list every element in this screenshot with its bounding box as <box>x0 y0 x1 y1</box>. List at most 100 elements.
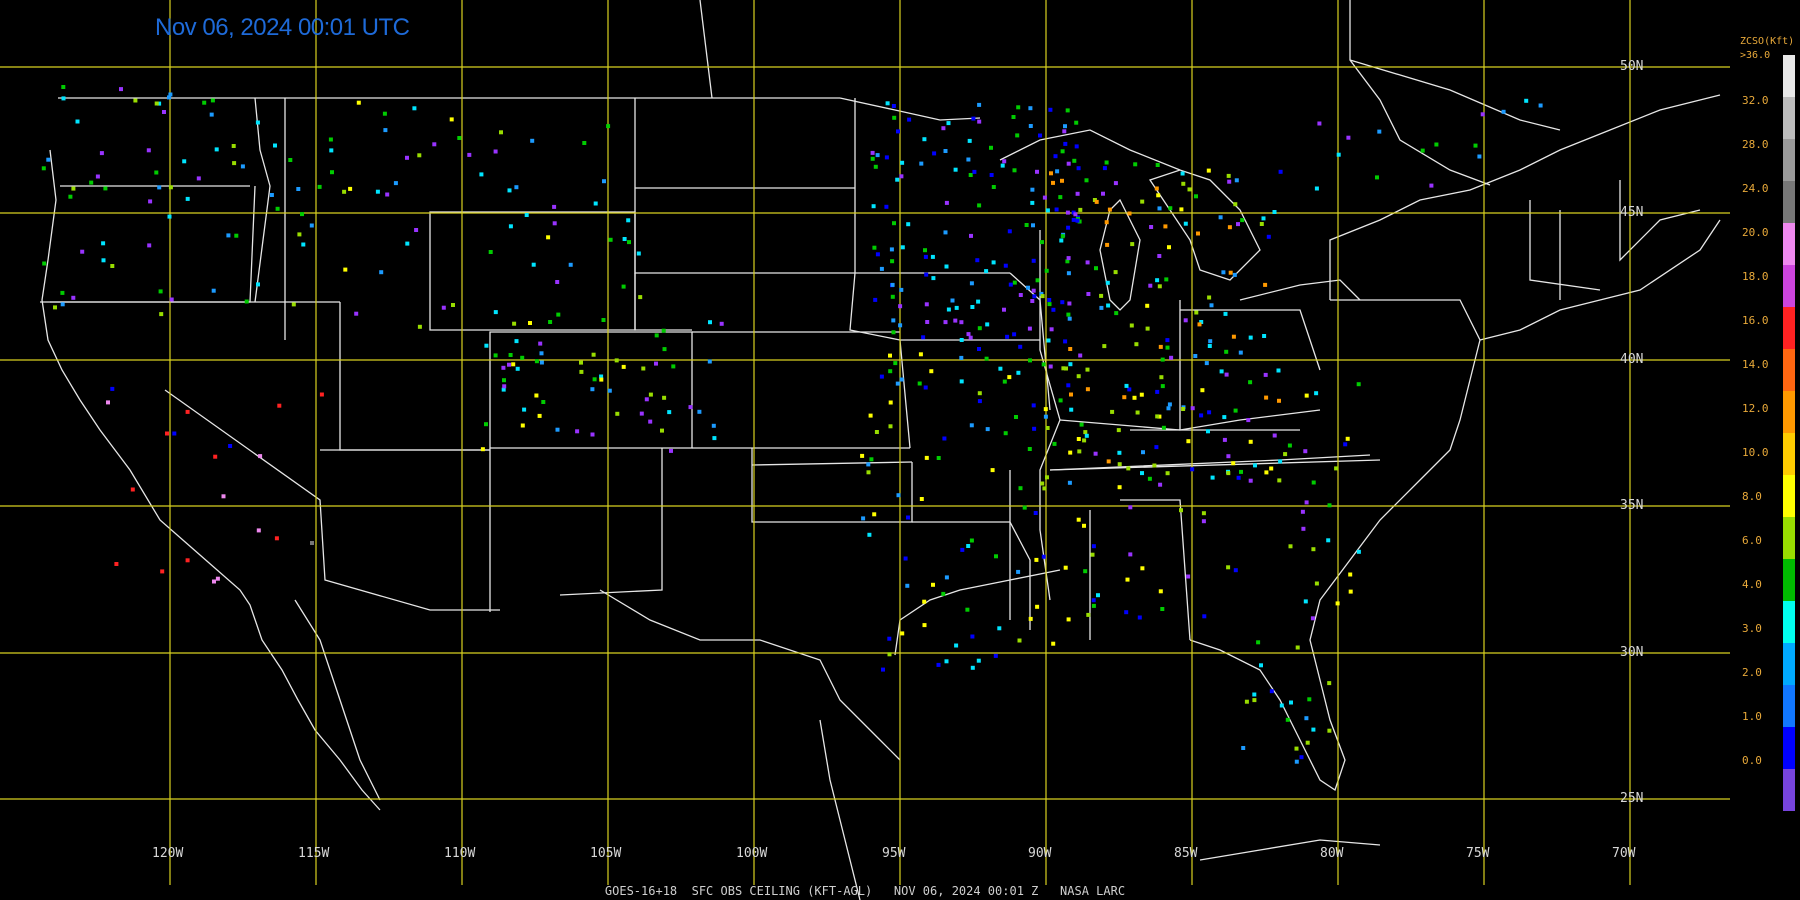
station-marker <box>534 393 539 398</box>
station-marker <box>1140 471 1144 476</box>
station-marker <box>1018 293 1023 297</box>
station-marker <box>1030 200 1035 205</box>
station-marker <box>1160 384 1165 389</box>
station-marker <box>954 305 959 310</box>
station-marker <box>1348 589 1353 594</box>
station-marker <box>522 407 527 412</box>
station-marker <box>1276 368 1281 373</box>
station-marker <box>1117 485 1122 490</box>
station-marker <box>1075 218 1080 223</box>
station-marker <box>1012 332 1017 337</box>
lat-label: 25N <box>1620 791 1644 806</box>
timestamp: Nov 06, 2024 00:01 UTC <box>155 14 410 41</box>
station-marker <box>1294 759 1299 764</box>
station-marker <box>1190 406 1195 411</box>
station-marker <box>907 117 912 122</box>
station-marker <box>1147 476 1152 481</box>
station-marker <box>1165 338 1170 343</box>
station-marker <box>159 312 164 317</box>
station-marker <box>449 117 454 122</box>
legend-swatch <box>1783 307 1795 349</box>
station-marker <box>385 192 390 197</box>
station-marker <box>1035 604 1040 609</box>
station-marker <box>1091 598 1096 603</box>
station-marker <box>1221 270 1226 275</box>
station-marker <box>870 150 875 155</box>
station-marker <box>1310 616 1315 621</box>
station-marker <box>944 575 949 580</box>
station-marker <box>1094 199 1099 204</box>
station-marker <box>1065 210 1070 215</box>
station-marker <box>1091 603 1096 608</box>
station-marker <box>1327 503 1332 508</box>
station-marker <box>697 409 702 414</box>
lon-label: 70W <box>1612 846 1636 861</box>
station-marker <box>1218 215 1223 220</box>
station-marker <box>1269 689 1274 694</box>
station-marker <box>1227 179 1232 184</box>
station-marker <box>1259 222 1264 226</box>
legend-swatch <box>1783 727 1795 769</box>
station-marker <box>1356 549 1361 554</box>
station-marker <box>520 355 525 360</box>
station-marker <box>1181 407 1186 411</box>
station-marker <box>898 304 903 309</box>
station-marker <box>924 272 929 277</box>
station-marker <box>1102 166 1107 171</box>
legend-label: 24.0 <box>1742 182 1769 195</box>
station-marker <box>232 161 237 166</box>
station-marker <box>1071 217 1076 222</box>
station-marker <box>1252 692 1257 697</box>
station-marker <box>1127 387 1132 392</box>
station-marker <box>1219 369 1224 374</box>
station-marker <box>579 369 584 374</box>
station-marker <box>1299 755 1304 760</box>
lon-label: 80W <box>1320 846 1344 861</box>
lat-label: 50N <box>1620 59 1644 74</box>
station-marker <box>1307 697 1312 702</box>
lon-label: 95W <box>882 846 906 861</box>
station-marker <box>405 241 410 246</box>
lon-label: 105W <box>590 846 622 861</box>
station-marker <box>1055 169 1060 174</box>
station-marker <box>575 429 580 434</box>
station-marker <box>976 658 981 663</box>
station-marker <box>931 582 935 587</box>
station-marker <box>944 659 949 664</box>
station-marker <box>168 185 173 190</box>
legend-label: 2.0 <box>1742 666 1762 679</box>
legend-label: 20.0 <box>1742 226 1769 239</box>
station-marker <box>1043 414 1048 419</box>
station-marker <box>1165 471 1170 476</box>
station-marker <box>538 341 543 346</box>
station-marker <box>1076 166 1081 171</box>
station-marker <box>1040 294 1045 299</box>
station-marker <box>160 569 165 574</box>
legend-label: 32.0 <box>1742 94 1769 107</box>
station-marker <box>1222 437 1227 442</box>
station-marker <box>936 662 941 667</box>
station-marker <box>568 262 573 267</box>
station-marker <box>984 356 989 361</box>
station-marker <box>479 172 484 177</box>
station-marker <box>879 266 884 271</box>
station-marker <box>1314 391 1319 396</box>
station-marker <box>1067 316 1072 321</box>
station-marker <box>1026 285 1030 290</box>
station-marker <box>1222 415 1227 420</box>
station-marker <box>1199 413 1204 418</box>
station-marker <box>1059 238 1064 243</box>
station-marker <box>46 157 51 162</box>
station-marker <box>1076 517 1081 522</box>
station-marker <box>654 333 659 338</box>
station-marker <box>1193 354 1198 358</box>
station-marker <box>872 512 877 517</box>
station-marker <box>215 576 220 581</box>
station-marker <box>1480 112 1485 117</box>
station-marker <box>1155 414 1160 419</box>
legend-swatch <box>1783 181 1795 223</box>
station-marker <box>1429 183 1434 188</box>
station-marker <box>1064 366 1068 371</box>
station-marker <box>1190 467 1195 472</box>
station-marker <box>892 221 896 226</box>
